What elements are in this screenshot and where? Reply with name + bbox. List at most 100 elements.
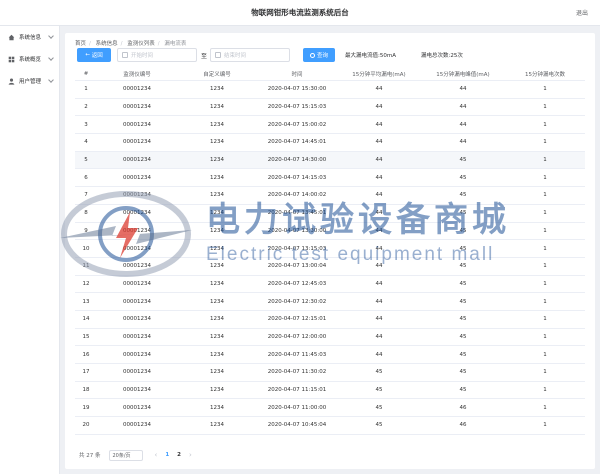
table-cell: 44 [375, 192, 383, 199]
table-cell: 44 [375, 298, 383, 305]
table-cell: 45 [459, 263, 467, 270]
sidebar-item-label: 系统信息 [19, 35, 42, 41]
table-cell: 45 [459, 210, 467, 217]
table-cell: 5 [84, 157, 88, 164]
table-row[interactable]: 4 00001234 1234 2020-04-07 14:45:01 44 44 1 [75, 134, 585, 152]
table-body: 1 00001234 1234 2020-04-07 15:30:00 44 44 1 2 00… [75, 81, 585, 435]
table-cell: 00001234 [123, 298, 151, 305]
table-cell: 46 [459, 422, 467, 429]
table-cell: 1 [543, 139, 547, 146]
table-cell: 00001234 [123, 86, 151, 93]
table-row[interactable]: 8 00001234 1234 2020-04-07 13:45:01 44 45 1 [75, 205, 585, 223]
table-cell: 1 [543, 369, 547, 376]
table-cell: 1234 [210, 192, 224, 199]
table-row[interactable]: 12 00001234 1234 2020-04-07 12:45:03 44 45 1 [75, 276, 585, 294]
table-cell: 46 [459, 404, 467, 411]
table-row[interactable]: 10 00001234 1234 2020-04-07 13:15:03 44 45 1 [75, 240, 585, 258]
max-leakage-stat: 最大漏电流值:50mA [345, 53, 396, 59]
page-size-select[interactable]: 20条/页 [108, 449, 143, 461]
table-cell: 6 [84, 174, 88, 181]
table-row[interactable]: 17 00001234 1234 2020-04-07 11:30:02 45 45 1 [75, 364, 585, 382]
table-cell: 1234 [210, 86, 224, 93]
table-cell: 00001234 [123, 387, 151, 394]
table-cell: 1234 [210, 227, 224, 234]
table-cell: 1234 [210, 139, 224, 146]
table-row[interactable]: 3 00001234 1234 2020-04-07 15:00:02 44 44 1 [75, 116, 585, 135]
page-size-value: 20条/页 [112, 452, 131, 459]
table-cell: 44 [375, 210, 383, 217]
table-row[interactable]: 13 00001234 1234 2020-04-07 12:30:02 44 45 1 [75, 293, 585, 311]
table-row[interactable]: 18 00001234 1234 2020-04-07 11:15:01 45 45 1 [75, 382, 585, 400]
table-row[interactable]: 14 00001234 1234 2020-04-07 12:15:01 44 45 1 [75, 311, 585, 329]
table-cell: 45 [459, 316, 467, 323]
table-cell: 00001234 [123, 333, 151, 340]
table-cell: 1 [543, 263, 547, 270]
prev-page-button[interactable]: ‹ [155, 451, 158, 459]
table-cell: 1 [543, 422, 547, 429]
table-cell: 45 [459, 157, 467, 164]
table-cell: 44 [375, 280, 383, 287]
table-row[interactable]: 20 00001234 1234 2020-04-07 10:45:04 45 46 1 [75, 417, 585, 435]
table-row[interactable]: 6 00001234 1234 2020-04-07 14:15:03 44 45 1 [75, 169, 585, 188]
back-button-label: 返回 [91, 53, 103, 59]
table-cell: 12 [82, 280, 90, 287]
table-row[interactable]: 16 00001234 1234 2020-04-07 11:45:03 44 45 1 [75, 346, 585, 364]
table-cell: 16 [82, 351, 90, 358]
main-content: 首页 / 系统信息 / 监测仪列表 / 漏电流表 ← 返回 开始时间 至 结束时间 查… [65, 33, 595, 469]
table-row[interactable]: 5 00001234 1234 2020-04-07 14:30:00 44 45 1 [75, 151, 585, 170]
table-cell: 45 [459, 245, 467, 252]
table-cell: 3 [84, 121, 88, 128]
table-cell: 13 [82, 298, 90, 305]
table-cell: 1 [543, 245, 547, 252]
table-row[interactable]: 2 00001234 1234 2020-04-07 15:15:03 44 44 1 [75, 99, 585, 117]
table-cell: 1234 [210, 245, 224, 252]
table-cell: 1234 [210, 174, 224, 181]
breadcrumb-system-info[interactable]: 系统信息 [96, 41, 118, 47]
next-page-button[interactable]: › [189, 451, 192, 459]
table-cell: 45 [459, 333, 467, 340]
sidebar-item-system-overview[interactable]: 系统概览 [0, 48, 59, 70]
query-button[interactable]: 查询 [303, 48, 335, 62]
table-cell: 2020-04-07 11:30:02 [267, 369, 327, 376]
breadcrumb-monitor-list[interactable]: 监测仪列表 [127, 41, 155, 47]
sidebar-item-label: 用户管理 [19, 79, 42, 85]
table-cell: 1 [543, 86, 547, 93]
table-row[interactable]: 7 00001234 1234 2020-04-07 14:00:02 44 45 1 [75, 187, 585, 205]
table-row[interactable]: 9 00001234 1234 2020-04-07 13:30:00 44 45 1 [75, 223, 585, 241]
table-cell: 2020-04-07 13:00:04 [267, 263, 327, 270]
table-cell: 44 [375, 316, 383, 323]
table-cell: 1 [543, 192, 547, 199]
chevron-down-icon [48, 55, 54, 61]
table-row[interactable]: 15 00001234 1234 2020-04-07 12:00:00 44 45 1 [75, 329, 585, 347]
table-cell: 45 [375, 369, 383, 376]
sidebar-item-system-info[interactable]: 系统信息 [0, 26, 59, 48]
back-button[interactable]: ← 返回 [77, 48, 111, 62]
breadcrumb-home[interactable]: 首页 [75, 41, 86, 47]
home-icon [8, 34, 15, 40]
table-cell: 45 [375, 422, 383, 429]
table-cell: 2020-04-07 13:45:01 [267, 210, 327, 217]
end-time-input[interactable]: 结束时间 [210, 48, 290, 62]
table-cell: 1 [543, 121, 547, 128]
table-cell: 44 [375, 104, 383, 111]
logout-button[interactable]: 退出 [576, 8, 588, 17]
sidebar-item-user-management[interactable]: 用户管理 [0, 70, 59, 92]
table-cell: 1234 [210, 210, 224, 217]
table-cell: 2020-04-07 11:00:00 [267, 404, 327, 411]
table-cell: 45 [459, 227, 467, 234]
page-2-button[interactable]: 2 [177, 452, 181, 458]
table-row[interactable]: 1 00001234 1234 2020-04-07 15:30:00 44 44 1 [75, 81, 585, 99]
start-time-input[interactable]: 开始时间 [117, 48, 197, 62]
table-cell: 44 [459, 139, 467, 146]
table-row[interactable]: 11 00001234 1234 2020-04-07 13:00:04 44 45 1 [75, 258, 585, 276]
search-icon [309, 52, 315, 58]
table-cell: 00001234 [123, 139, 151, 146]
table-row[interactable]: 19 00001234 1234 2020-04-07 11:00:00 45 46 1 [75, 399, 585, 418]
column-header: 时间 [291, 72, 303, 78]
pagination: 共 27 条 20条/页 ‹ 1 2 › [79, 449, 192, 461]
page-1-button[interactable]: 1 [165, 452, 169, 458]
table-cell: 1 [543, 210, 547, 217]
table-cell: 1234 [210, 298, 224, 305]
filter-bar: ← 返回 开始时间 至 结束时间 查询 最大漏电流值:50mA 漏电总次数:25… [77, 48, 587, 62]
table-cell: 45 [459, 387, 467, 394]
